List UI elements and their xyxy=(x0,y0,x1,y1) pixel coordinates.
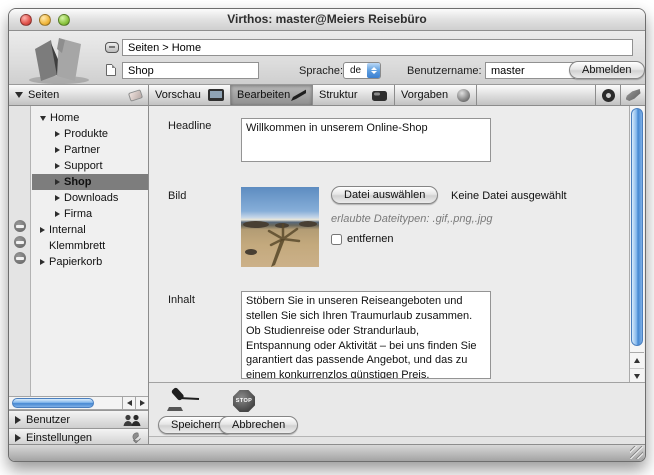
page-name-field[interactable] xyxy=(122,62,259,79)
tree-item-downloads[interactable]: Downloads xyxy=(32,190,148,206)
tree-item-partner[interactable]: Partner xyxy=(32,142,148,158)
edit-form: Headline Willkommen in unserem Online-Sh… xyxy=(149,106,645,382)
users-icon xyxy=(122,414,142,426)
tab-vorgaben[interactable]: Vorgaben xyxy=(395,85,477,105)
page-icon xyxy=(106,64,116,76)
brush-icon xyxy=(290,88,306,102)
tree-item-home[interactable]: Home xyxy=(32,110,148,126)
header: Sprache: de Benutzername: Abmelden xyxy=(9,31,645,85)
tree-item-produkte[interactable]: Produkte xyxy=(32,126,148,142)
help-ring-button[interactable] xyxy=(595,85,620,105)
resize-grip-icon[interactable] xyxy=(630,446,643,459)
app-window: Virthos: master@Meiers Reisebüro Sprache… xyxy=(8,8,646,462)
sidebar-horizontal-scrollbar[interactable] xyxy=(9,396,148,410)
zoom-button[interactable] xyxy=(58,14,70,26)
package-icon xyxy=(371,89,388,102)
disclosure-triangle-icon[interactable] xyxy=(55,147,60,153)
scroll-down-button[interactable] xyxy=(630,368,644,383)
tree-item-papierkorb[interactable]: Papierkorb xyxy=(32,254,148,270)
tab-bearbeiten[interactable]: Bearbeiten xyxy=(231,85,313,105)
minimize-button[interactable] xyxy=(39,14,51,26)
ring-icon xyxy=(600,87,616,103)
titlebar: Virthos: master@Meiers Reisebüro xyxy=(9,9,645,31)
tree-item-support[interactable]: Support xyxy=(32,158,148,174)
headline-field[interactable]: Willkommen in unserem Online-Shop xyxy=(241,118,491,162)
headline-label: Headline xyxy=(168,120,211,132)
no-access-icon xyxy=(14,252,26,264)
disclosure-triangle-icon[interactable] xyxy=(55,179,60,185)
logout-button[interactable]: Abmelden xyxy=(569,61,645,79)
disclosure-triangle-icon xyxy=(15,434,21,442)
disclosure-triangle-icon xyxy=(15,92,23,98)
tree-item-internal[interactable]: Internal xyxy=(32,222,148,238)
window-bottom-bar xyxy=(9,444,645,461)
gavel-icon xyxy=(165,387,203,415)
language-select[interactable]: de xyxy=(343,62,381,79)
disclosure-triangle-icon[interactable] xyxy=(55,211,60,217)
remove-label: entfernen xyxy=(347,233,393,245)
allowed-filetypes-text: erlaubte Dateitypen: .gif,.png,.jpg xyxy=(331,213,492,225)
image-label: Bild xyxy=(168,190,186,202)
scroll-up-button[interactable] xyxy=(630,353,644,368)
hand-icon xyxy=(626,89,641,101)
folder-icon xyxy=(105,42,119,53)
stop-icon: STOP xyxy=(233,390,255,412)
content-label: Inhalt xyxy=(168,294,195,306)
disclosure-triangle-icon xyxy=(15,416,21,424)
panel-benutzer[interactable]: Benutzer xyxy=(9,410,148,428)
action-bar: STOP Speichern Abbrechen xyxy=(149,382,645,436)
palm-shadow xyxy=(241,187,319,267)
disclosure-triangle-icon[interactable] xyxy=(40,227,45,233)
tabbar-spacer xyxy=(477,85,595,105)
breadcrumb-field[interactable] xyxy=(122,39,633,56)
scroll-right-button[interactable] xyxy=(135,397,148,409)
cancel-button[interactable]: Abbrechen xyxy=(219,416,298,434)
scrollbar-thumb[interactable] xyxy=(12,398,94,408)
sidebar-gutter xyxy=(9,106,31,396)
tree-item-klemmbrett[interactable]: Klemmbrett xyxy=(32,238,148,254)
no-access-icon xyxy=(14,220,26,232)
monitor-icon xyxy=(208,89,224,101)
scrollbar-thumb[interactable] xyxy=(631,108,643,346)
content-vertical-scrollbar[interactable] xyxy=(629,106,644,382)
content-area: Headline Willkommen in unserem Online-Sh… xyxy=(149,106,645,446)
remove-checkbox[interactable] xyxy=(331,234,342,245)
no-access-icon xyxy=(14,236,26,248)
choose-file-button[interactable]: Datei auswählen xyxy=(331,186,438,204)
sidebar-header-seiten[interactable]: Seiten xyxy=(9,85,149,105)
stepper-icon xyxy=(367,63,380,78)
close-button[interactable] xyxy=(20,14,32,26)
username-field[interactable] xyxy=(485,62,575,79)
disclosure-triangle-icon[interactable] xyxy=(55,195,60,201)
page-tree: Home Produkte Partner Support Shop xyxy=(32,110,148,270)
tab-bar: Seiten Vorschau Bearbeiten Struktur Vorg… xyxy=(9,85,645,106)
content-field[interactable]: Stöbern Sie in unseren Reiseangeboten un… xyxy=(241,291,491,379)
disclosure-triangle-icon[interactable] xyxy=(55,131,60,137)
disclosure-triangle-icon[interactable] xyxy=(55,163,60,169)
hand-button[interactable] xyxy=(620,85,645,105)
tree-item-shop[interactable]: Shop xyxy=(32,174,148,190)
tree-item-firma[interactable]: Firma xyxy=(32,206,148,222)
wrench-icon xyxy=(126,431,142,445)
disclosure-triangle-icon[interactable] xyxy=(40,116,46,121)
file-status-text: Keine Datei ausgewählt xyxy=(451,190,567,202)
username-label: Benutzername: xyxy=(407,65,482,77)
tab-vorschau[interactable]: Vorschau xyxy=(149,85,231,105)
beach-photo-thumbnail xyxy=(241,187,319,267)
scroll-left-button[interactable] xyxy=(122,397,135,409)
window-title: Virthos: master@Meiers Reisebüro xyxy=(9,9,645,30)
tab-struktur[interactable]: Struktur xyxy=(313,85,395,105)
sphere-icon xyxy=(457,89,470,102)
eraser-icon[interactable] xyxy=(128,89,143,102)
language-label: Sprache: xyxy=(299,65,343,77)
sidebar: Home Produkte Partner Support Shop xyxy=(9,106,149,446)
disclosure-triangle-icon[interactable] xyxy=(40,259,45,265)
virthos-logo-icon xyxy=(21,33,103,85)
